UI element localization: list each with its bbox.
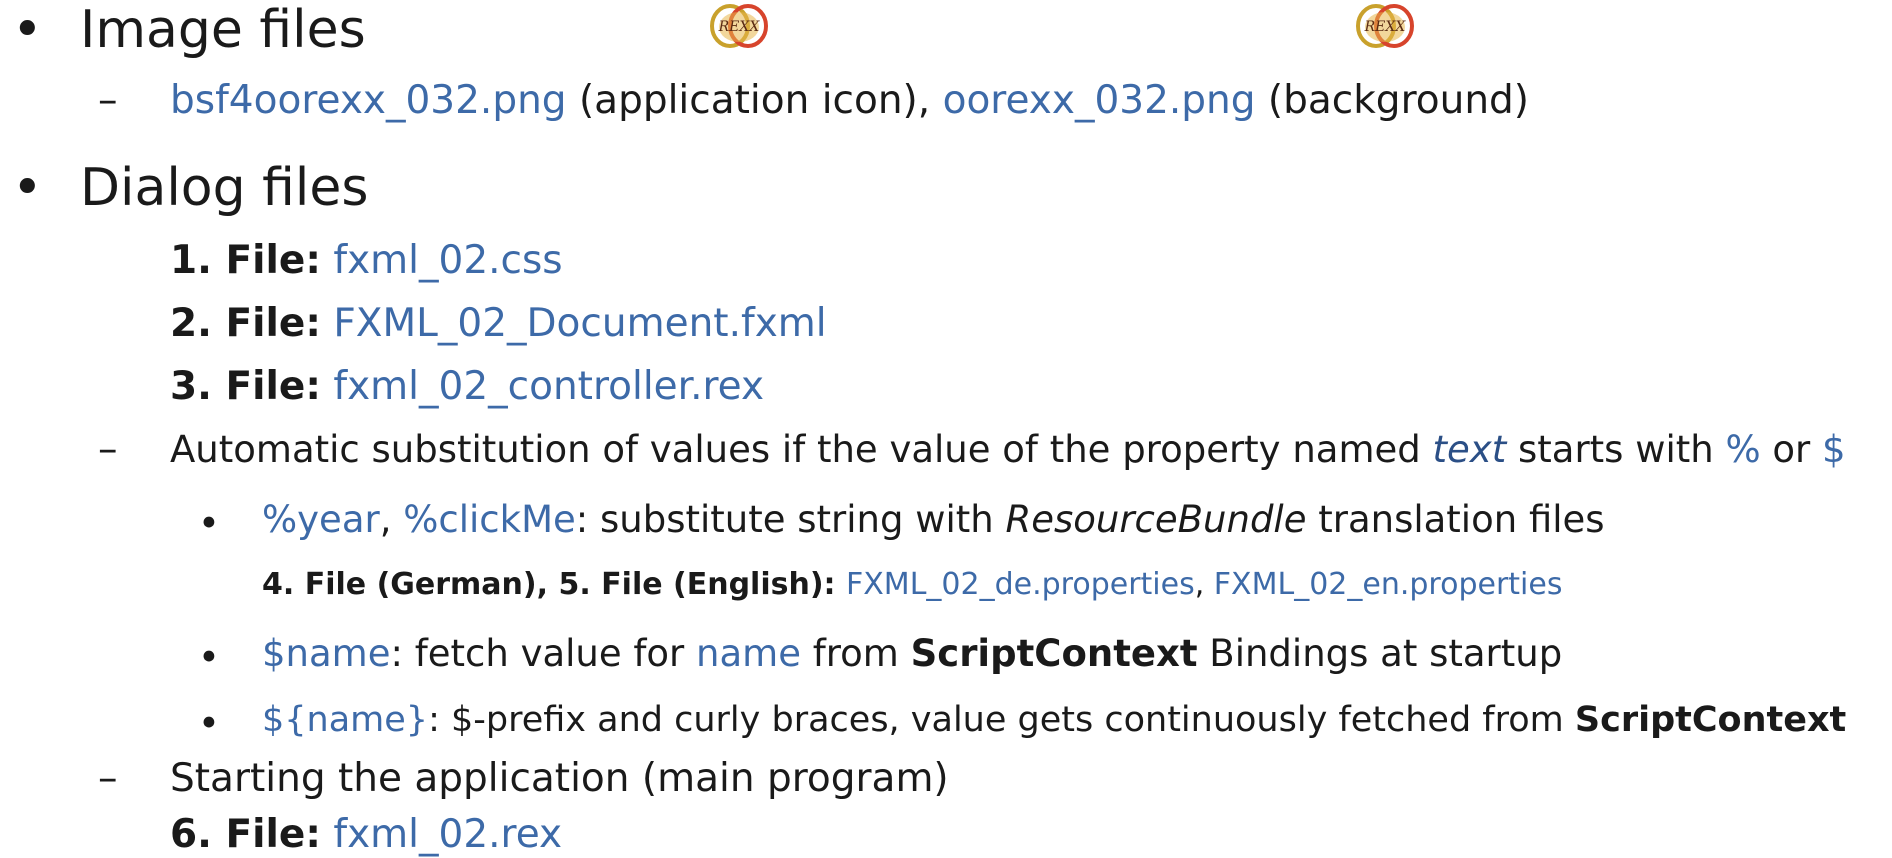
file-line-6: 6. File: fxml_02.rex <box>170 812 562 858</box>
bullet: • <box>198 502 220 545</box>
text: Automatic substitution of values if the … <box>170 428 1433 471</box>
text: starts with <box>1506 428 1726 471</box>
link-fxml-02-css[interactable]: fxml_02.css <box>333 238 562 283</box>
symbol-percent: % <box>1725 428 1761 471</box>
slide: REXX REXX • Image files – bsf4oorexx_032… <box>0 0 1892 858</box>
bullet-curly-line: ${name}: $-prefix and curly braces, valu… <box>262 698 1846 742</box>
bold-term: ScriptContext <box>910 632 1198 675</box>
italic-term: ResourceBundle <box>1005 498 1307 541</box>
text: : $-prefix and curly braces, value gets … <box>428 700 1575 740</box>
file-line-1: 1. File: fxml_02.css <box>170 238 563 284</box>
file-label: 1. File: <box>170 238 321 283</box>
bullet-name-line: $name: fetch value for name from ScriptC… <box>262 632 1562 676</box>
text: (application icon), <box>566 78 943 123</box>
link-bsf4oorexx-png[interactable]: bsf4oorexx_032.png <box>170 78 567 123</box>
dash-bullet: – <box>98 427 118 472</box>
text: (background) <box>1255 78 1530 123</box>
text: : substitute string with <box>575 498 1006 541</box>
link-name: name <box>696 632 801 675</box>
file-label: 2. File: <box>170 301 321 346</box>
text: translation files <box>1306 498 1605 541</box>
text: , <box>379 498 404 541</box>
text: Bindings at startup <box>1197 632 1563 675</box>
file-line-3: 3. File: fxml_02_controller.rex <box>170 364 764 410</box>
rexx-logo-icon: REXX <box>1356 4 1414 48</box>
file-label: 6. File: <box>170 812 321 857</box>
svg-text:REXX: REXX <box>1364 19 1407 35</box>
link-fxml-02-document[interactable]: FXML_02_Document.fxml <box>333 301 826 346</box>
link-fxml-02-rex[interactable]: fxml_02.rex <box>333 812 562 857</box>
translation-files-line: 4. File (German), 5. File (English): FXM… <box>262 567 1562 603</box>
link-de-properties[interactable]: FXML_02_de.properties <box>846 567 1195 602</box>
bullet: • <box>12 158 43 218</box>
link-en-properties[interactable]: FXML_02_en.properties <box>1214 567 1563 602</box>
link-fxml-02-controller[interactable]: fxml_02_controller.rex <box>333 364 764 409</box>
link-curly-name: ${name} <box>262 700 429 740</box>
property-text: text <box>1432 428 1507 471</box>
text: : fetch value for <box>390 632 697 675</box>
link-year: %year <box>262 498 380 541</box>
section-title-dialog-files: Dialog files <box>80 158 369 218</box>
text: or <box>1760 428 1823 471</box>
text: , <box>1194 567 1214 602</box>
text: from <box>800 632 911 675</box>
bullet-year-line: %year, %clickMe: substitute string with … <box>262 498 1605 542</box>
image-files-line: bsf4oorexx_032.png (application icon), o… <box>170 78 1529 124</box>
rexx-logo-icon: REXX <box>710 4 768 48</box>
link-clickme: %clickMe <box>403 498 576 541</box>
svg-text:REXX: REXX <box>718 19 761 35</box>
link-name-var: $name <box>262 632 391 675</box>
bullet: • <box>198 702 220 745</box>
symbol-dollar: $ <box>1822 428 1846 471</box>
file-line-2: 2. File: FXML_02_Document.fxml <box>170 301 827 347</box>
bullet: • <box>12 0 43 60</box>
link-oorexx-png[interactable]: oorexx_032.png <box>943 78 1256 123</box>
section-title-image-files: Image files <box>80 0 366 60</box>
dash-bullet: – <box>98 78 118 123</box>
starting-line: Starting the application (main program) <box>170 756 949 801</box>
substitution-line: Automatic substitution of values if the … <box>170 427 1846 473</box>
file-label: 3. File: <box>170 364 321 409</box>
bold-term: ScriptContext <box>1574 700 1847 740</box>
file-label: 4. File (German), 5. File (English): <box>262 567 846 602</box>
dash-bullet: – <box>98 756 118 801</box>
bullet: • <box>198 636 220 679</box>
